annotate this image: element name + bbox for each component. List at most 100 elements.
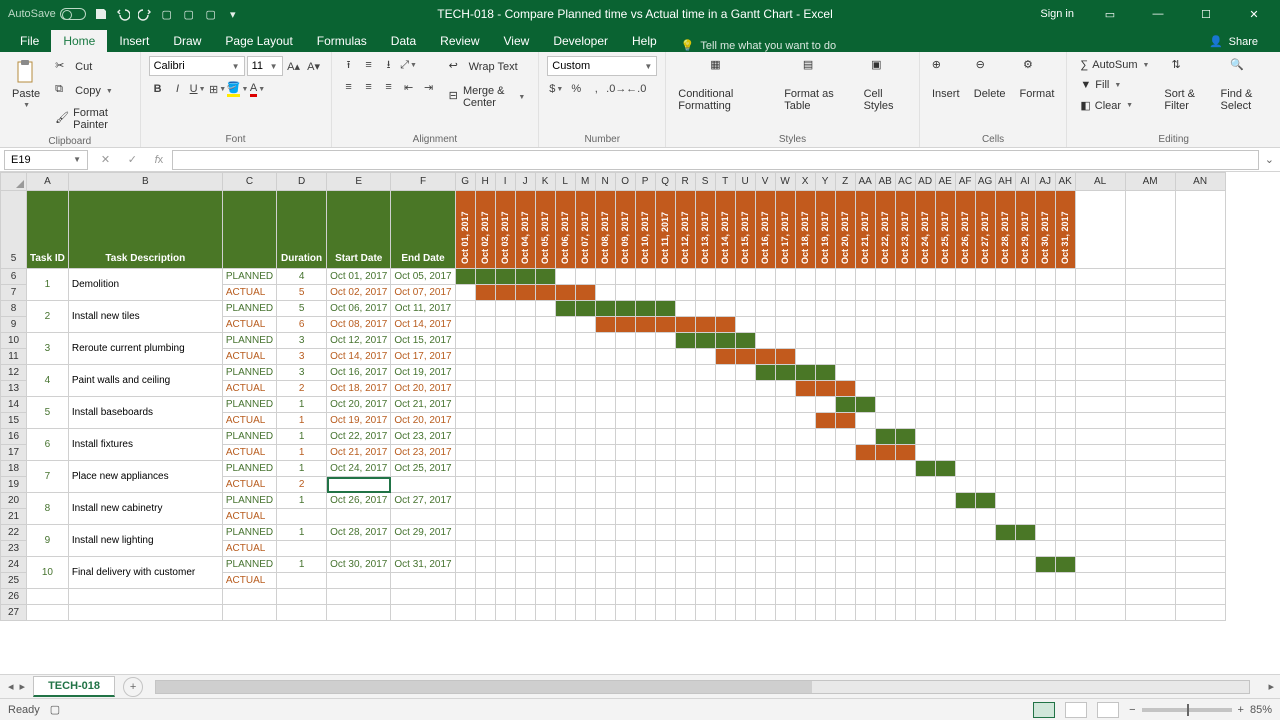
gantt-cell[interactable] bbox=[795, 573, 815, 589]
gantt-cell[interactable] bbox=[635, 509, 655, 525]
gantt-cell[interactable] bbox=[995, 333, 1015, 349]
gantt-cell[interactable] bbox=[795, 445, 815, 461]
col-header[interactable]: AM bbox=[1125, 173, 1175, 191]
fill-button[interactable]: ▼Fill▼ bbox=[1075, 76, 1154, 94]
gantt-cell[interactable] bbox=[675, 493, 695, 509]
col-header[interactable]: N bbox=[595, 173, 615, 191]
gantt-cell[interactable] bbox=[715, 541, 735, 557]
gantt-cell[interactable] bbox=[455, 333, 475, 349]
gantt-cell[interactable] bbox=[855, 301, 875, 317]
gantt-cell[interactable] bbox=[455, 301, 475, 317]
cell[interactable] bbox=[875, 605, 895, 621]
gantt-cell[interactable] bbox=[475, 317, 495, 333]
gantt-cell[interactable] bbox=[955, 397, 975, 413]
cell[interactable] bbox=[391, 477, 455, 493]
gantt-cell[interactable] bbox=[655, 493, 675, 509]
gantt-cell[interactable] bbox=[815, 461, 835, 477]
gantt-cell[interactable] bbox=[735, 301, 755, 317]
cell[interactable] bbox=[1035, 589, 1055, 605]
col-header[interactable]: AA bbox=[855, 173, 875, 191]
cell[interactable] bbox=[1175, 301, 1225, 317]
inc-decimal-icon[interactable]: .0→ bbox=[607, 80, 625, 98]
gantt-cell[interactable] bbox=[815, 509, 835, 525]
gantt-cell[interactable] bbox=[695, 445, 715, 461]
gantt-cell[interactable] bbox=[715, 525, 735, 541]
gantt-cell[interactable] bbox=[895, 301, 915, 317]
gantt-cell[interactable] bbox=[615, 381, 635, 397]
gantt-cell[interactable] bbox=[835, 285, 855, 301]
gantt-cell[interactable] bbox=[475, 269, 495, 285]
gantt-cell[interactable] bbox=[1055, 365, 1075, 381]
gantt-cell[interactable] bbox=[815, 333, 835, 349]
gantt-cell[interactable] bbox=[955, 477, 975, 493]
gantt-cell[interactable] bbox=[955, 333, 975, 349]
gantt-cell[interactable] bbox=[595, 285, 615, 301]
cell[interactable] bbox=[1125, 557, 1175, 573]
gantt-cell[interactable] bbox=[1035, 477, 1055, 493]
col-header[interactable]: AK bbox=[1055, 173, 1075, 191]
gantt-cell[interactable] bbox=[815, 525, 835, 541]
gantt-cell[interactable] bbox=[555, 493, 575, 509]
gantt-cell[interactable] bbox=[615, 461, 635, 477]
underline-icon[interactable]: U▼ bbox=[189, 80, 207, 98]
cell[interactable] bbox=[1125, 605, 1175, 621]
gantt-cell[interactable] bbox=[855, 349, 875, 365]
gantt-cell[interactable] bbox=[775, 285, 795, 301]
cell[interactable]: Oct 16, 2017 bbox=[327, 365, 391, 381]
cell[interactable] bbox=[535, 605, 555, 621]
col-header[interactable]: W bbox=[775, 173, 795, 191]
cell[interactable]: 10 bbox=[27, 557, 69, 589]
gantt-cell[interactable] bbox=[655, 429, 675, 445]
gantt-cell[interactable] bbox=[715, 413, 735, 429]
gantt-cell[interactable] bbox=[675, 285, 695, 301]
gantt-cell[interactable] bbox=[635, 397, 655, 413]
gantt-cell[interactable] bbox=[975, 413, 995, 429]
gantt-cell[interactable] bbox=[475, 413, 495, 429]
gantt-cell[interactable] bbox=[635, 301, 655, 317]
gantt-cell[interactable] bbox=[695, 429, 715, 445]
gantt-cell[interactable] bbox=[515, 397, 535, 413]
col-header[interactable]: AG bbox=[975, 173, 995, 191]
cell[interactable]: Oct 18, 2017 bbox=[327, 381, 391, 397]
gantt-cell[interactable] bbox=[555, 573, 575, 589]
cell[interactable] bbox=[1125, 397, 1175, 413]
gantt-cell[interactable] bbox=[975, 525, 995, 541]
gantt-cell[interactable] bbox=[1035, 509, 1055, 525]
gantt-cell[interactable] bbox=[795, 333, 815, 349]
cell[interactable]: PLANNED bbox=[222, 493, 276, 509]
gantt-cell[interactable] bbox=[1015, 477, 1035, 493]
gantt-cell[interactable] bbox=[915, 269, 935, 285]
gantt-cell[interactable] bbox=[895, 477, 915, 493]
gantt-cell[interactable] bbox=[815, 557, 835, 573]
gantt-cell[interactable] bbox=[555, 429, 575, 445]
gantt-cell[interactable] bbox=[475, 429, 495, 445]
gantt-cell[interactable] bbox=[635, 557, 655, 573]
gantt-cell[interactable] bbox=[815, 269, 835, 285]
gantt-cell[interactable] bbox=[555, 333, 575, 349]
gantt-cell[interactable] bbox=[535, 349, 555, 365]
cell[interactable] bbox=[755, 605, 775, 621]
gantt-cell[interactable] bbox=[615, 493, 635, 509]
gantt-cell[interactable] bbox=[915, 429, 935, 445]
cell[interactable]: 4 bbox=[27, 365, 69, 397]
gantt-cell[interactable] bbox=[655, 397, 675, 413]
sort-filter-button[interactable]: ⇅Sort & Filter bbox=[1160, 56, 1210, 114]
gantt-cell[interactable] bbox=[795, 349, 815, 365]
cell[interactable]: PLANNED bbox=[222, 365, 276, 381]
gantt-cell[interactable] bbox=[775, 381, 795, 397]
cell[interactable]: Oct 01, 2017 bbox=[327, 269, 391, 285]
gantt-cell[interactable] bbox=[835, 269, 855, 285]
gantt-cell[interactable] bbox=[495, 493, 515, 509]
gantt-cell[interactable] bbox=[495, 525, 515, 541]
gantt-cell[interactable] bbox=[595, 317, 615, 333]
gantt-cell[interactable] bbox=[715, 477, 735, 493]
expand-fx-icon[interactable]: ⌄ bbox=[1259, 153, 1280, 166]
cell[interactable]: ACTUAL bbox=[222, 573, 276, 589]
gantt-cell[interactable] bbox=[995, 525, 1015, 541]
gantt-cell[interactable] bbox=[1055, 461, 1075, 477]
cell[interactable] bbox=[935, 605, 955, 621]
gantt-cell[interactable] bbox=[895, 493, 915, 509]
gantt-cell[interactable] bbox=[975, 333, 995, 349]
gantt-cell[interactable] bbox=[735, 525, 755, 541]
gantt-cell[interactable] bbox=[1055, 301, 1075, 317]
